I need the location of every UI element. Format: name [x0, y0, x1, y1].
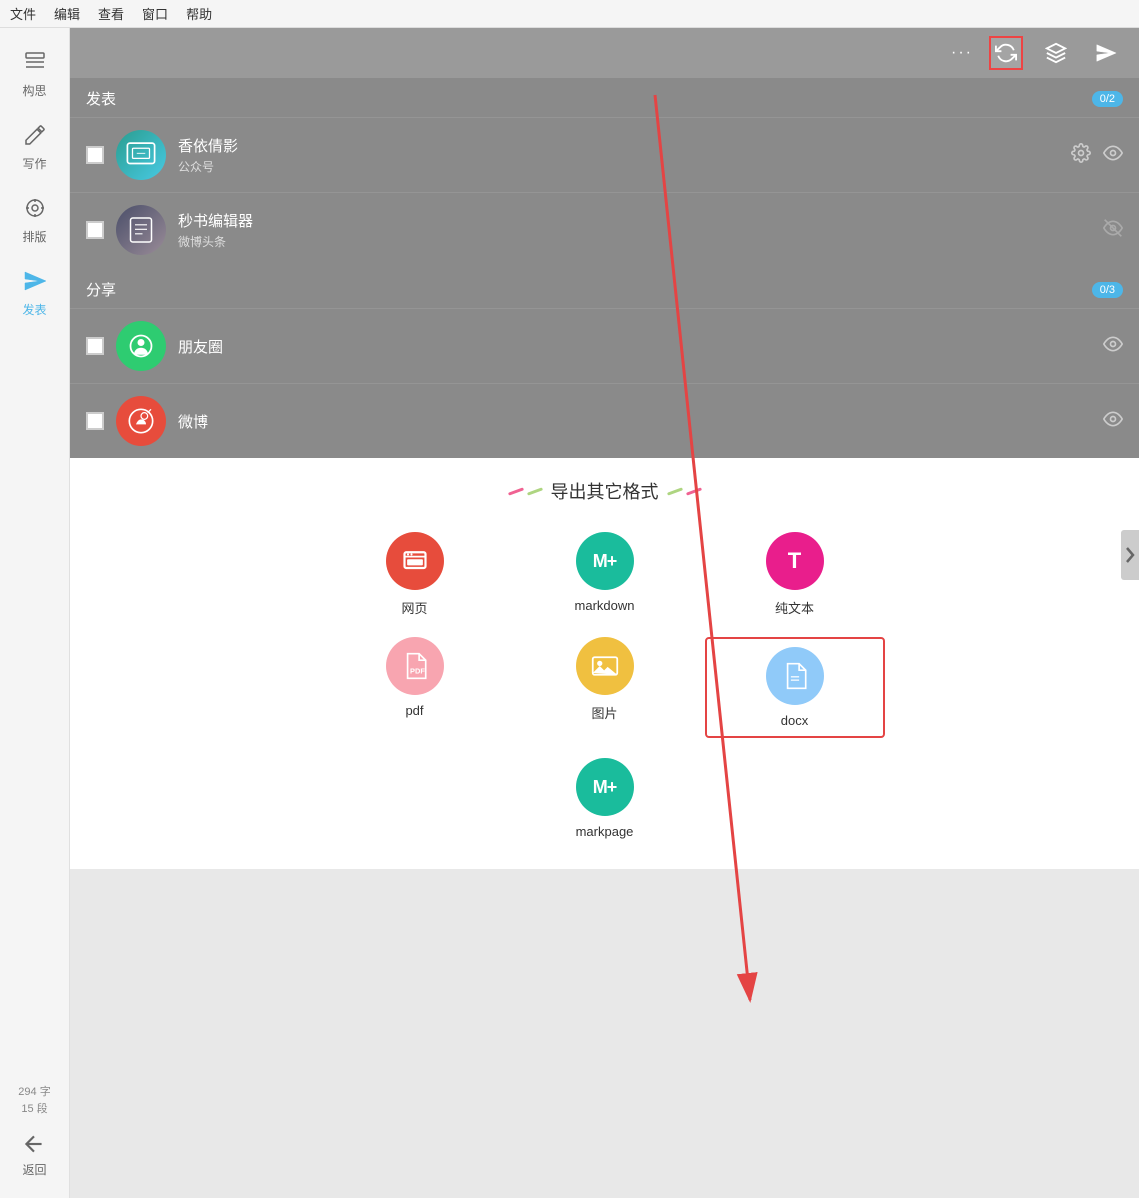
list-item-xiangyi[interactable]: 香依倩影 公众号	[70, 117, 1139, 192]
item-info-weibo: 微博	[178, 411, 1091, 432]
export-item-plaintext[interactable]: T 纯文本	[705, 532, 885, 617]
export-icon-markpage: M+	[576, 758, 634, 816]
export-item-markpage[interactable]: M+ markpage	[576, 758, 634, 839]
sidebar-item-goushu[interactable]: 构思	[0, 38, 69, 111]
main-content: ··· 发	[70, 28, 1139, 1198]
checkbox-xiangyi[interactable]	[86, 146, 104, 164]
export-label-plaintext: 纯文本	[775, 598, 814, 617]
export-label-image: 图片	[591, 703, 617, 722]
sidebar-label-goushu: 构思	[22, 82, 46, 99]
fabian-icon	[23, 269, 47, 297]
return-label: 返回	[22, 1161, 46, 1178]
list-item-weibo[interactable]: 微博	[70, 383, 1139, 458]
export-icon-markdown: M+	[576, 532, 634, 590]
export-label-pdf: pdf	[405, 703, 423, 718]
deco-right	[667, 490, 702, 493]
item-name-weibo: 微博	[178, 411, 1091, 432]
export-icon-plaintext: T	[766, 532, 824, 590]
list-item-miaoshu[interactable]: 秒书编辑器 微博头条	[70, 192, 1139, 267]
sidebar: 构思 写作 排版 发表	[0, 28, 70, 1198]
checkbox-miaoshu[interactable]	[86, 221, 104, 239]
item-info-pengyouquan: 朋友圈	[178, 336, 1091, 357]
right-chevron[interactable]	[1121, 530, 1139, 580]
item-name-pengyouquan: 朋友圈	[178, 336, 1091, 357]
return-button[interactable]: 返回	[21, 1131, 47, 1178]
share-title: 分享	[86, 279, 116, 300]
export-icon-docx	[766, 647, 824, 705]
xiezuo-icon	[23, 123, 47, 151]
export-item-webpage[interactable]: 网页	[325, 532, 505, 617]
refresh-button[interactable]	[989, 36, 1023, 70]
svg-text:PDF: PDF	[410, 666, 425, 675]
sidebar-item-paiban[interactable]: 排版	[0, 184, 69, 257]
avatar-xiangyi	[116, 130, 166, 180]
export-grid: 网页 M+ markdown T 纯文本	[325, 532, 885, 738]
export-label-docx: docx	[781, 713, 808, 728]
share-section-header: 分享 0/3	[70, 269, 1139, 308]
checkbox-pengyouquan[interactable]	[86, 337, 104, 355]
avatar-weibo	[116, 396, 166, 446]
word-count: 294 字 15 段	[18, 1084, 50, 1119]
item-name-miaoshu: 秒书编辑器	[178, 210, 1091, 231]
sidebar-label-paiban: 排版	[22, 228, 46, 245]
eye-icon-miaoshu[interactable]	[1103, 218, 1123, 243]
export-icon-webpage	[386, 532, 444, 590]
export-item-pdf[interactable]: PDF pdf	[325, 637, 505, 738]
export-icon-image	[576, 637, 634, 695]
sidebar-bottom: 294 字 15 段 返回	[18, 1084, 50, 1198]
menu-bar: 文件 编辑 查看 窗口 帮助	[0, 0, 1139, 28]
export-title-row: 导出其它格式	[100, 478, 1109, 504]
send-button[interactable]	[1089, 36, 1123, 70]
toolbar: ···	[70, 28, 1139, 78]
export-item-docx[interactable]: docx	[705, 637, 885, 738]
menu-edit[interactable]: 编辑	[54, 4, 80, 23]
toolbar-more[interactable]: ···	[951, 44, 973, 62]
share-badge: 0/3	[1092, 282, 1123, 298]
paiban-icon	[23, 196, 47, 224]
export-section: 导出其它格式 网页	[70, 458, 1139, 869]
export-icon-pdf: PDF	[386, 637, 444, 695]
layers-button[interactable]	[1039, 36, 1073, 70]
sidebar-label-fabian: 发表	[22, 301, 46, 318]
list-item-pengyouquan[interactable]: 朋友圈	[70, 308, 1139, 383]
export-item-image[interactable]: 图片	[515, 637, 695, 738]
sidebar-label-xiezuo: 写作	[22, 155, 46, 172]
item-sub-miaoshu: 微博头条	[178, 233, 1091, 250]
deco-left	[508, 490, 543, 493]
eye-icon-xiangyi[interactable]	[1103, 143, 1123, 168]
item-info-miaoshu: 秒书编辑器 微博头条	[178, 210, 1091, 250]
avatar-miaoshu	[116, 205, 166, 255]
export-label-markdown: markdown	[575, 598, 635, 613]
publish-panel: ··· 发	[70, 28, 1139, 458]
sidebar-item-fabian[interactable]: 发表	[0, 257, 69, 330]
publish-section-header: 发表 0/2	[70, 78, 1139, 117]
goushu-icon	[23, 50, 47, 78]
menu-view[interactable]: 查看	[98, 4, 124, 23]
item-name-xiangyi: 香依倩影	[178, 135, 1059, 156]
publish-title: 发表	[86, 88, 116, 109]
export-label-webpage: 网页	[401, 598, 427, 617]
export-label-markpage: markpage	[576, 824, 634, 839]
export-item-markdown[interactable]: M+ markdown	[515, 532, 695, 617]
item-info-xiangyi: 香依倩影 公众号	[178, 135, 1059, 175]
menu-file[interactable]: 文件	[10, 4, 36, 23]
eye-icon-pengyouquan[interactable]	[1103, 334, 1123, 359]
avatar-pengyouquan	[116, 321, 166, 371]
export-title: 导出其它格式	[551, 478, 659, 504]
item-sub-xiangyi: 公众号	[178, 158, 1059, 175]
publish-badge: 0/2	[1092, 91, 1123, 107]
sidebar-item-xiezuo[interactable]: 写作	[0, 111, 69, 184]
menu-window[interactable]: 窗口	[142, 4, 168, 23]
checkbox-weibo[interactable]	[86, 412, 104, 430]
settings-icon-xiangyi[interactable]	[1071, 143, 1091, 168]
menu-help[interactable]: 帮助	[186, 4, 212, 23]
eye-icon-weibo[interactable]	[1103, 409, 1123, 434]
